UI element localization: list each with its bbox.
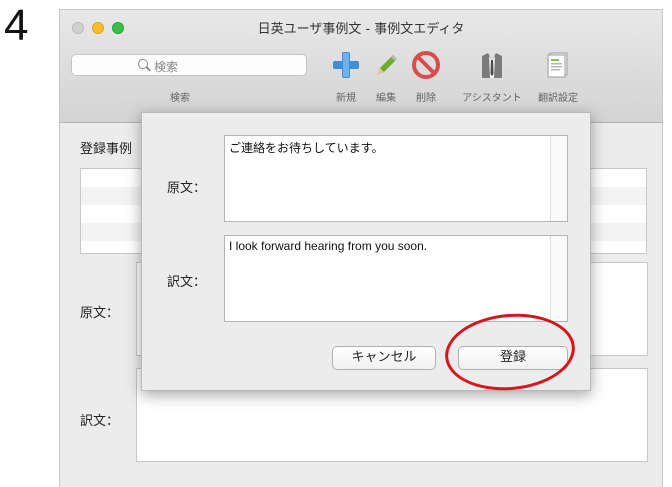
source-text: ご連絡をお待ちしています。 [229, 141, 384, 155]
delete-button[interactable]: 削除 [398, 50, 454, 112]
dialog-translation-label: 訳文： [167, 275, 207, 290]
source-text-field[interactable]: ご連絡をお待ちしています。 [224, 135, 568, 222]
translation-text: I look forward hearing from you soon. [229, 239, 428, 253]
translation-scrollbar[interactable] [550, 236, 567, 321]
source-label-bg: 原文： [80, 306, 120, 321]
translation-settings-label: 翻訳設定 [538, 93, 578, 104]
translation-label-bg: 訳文： [80, 414, 120, 429]
assistant-button[interactable]: アシスタント [462, 50, 522, 112]
step-number: 4 [4, 1, 29, 50]
delete-label: 削除 [416, 93, 436, 104]
assistant-label: アシスタント [462, 93, 522, 104]
prohibit-icon [412, 51, 440, 79]
search-label: 検索 [170, 93, 190, 104]
pencil-icon [377, 55, 397, 75]
window-title: 日英ユーザ事例文 - 事例文エディタ [257, 22, 465, 37]
document-icon [547, 52, 568, 78]
dialog-source-label: 原文： [167, 181, 207, 196]
jacket-icon [482, 53, 502, 78]
search-input[interactable]: 検索 [71, 54, 307, 76]
translation-text-field[interactable]: I look forward hearing from you soon. [224, 235, 568, 322]
plus-icon [333, 52, 359, 78]
registered-label: 登録事例 [80, 142, 133, 157]
search-placeholder: 検索 [154, 60, 179, 74]
source-scrollbar[interactable] [550, 136, 567, 221]
search-icon [138, 59, 148, 69]
title-toolbar: 日英ユーザ事例文 - 事例文エディタ 検索 検索 新規 編集 削除 アシスタント… [60, 10, 662, 123]
translation-settings-button[interactable]: 翻訳設定 [530, 50, 586, 112]
cancel-button[interactable]: キャンセル [332, 346, 436, 370]
